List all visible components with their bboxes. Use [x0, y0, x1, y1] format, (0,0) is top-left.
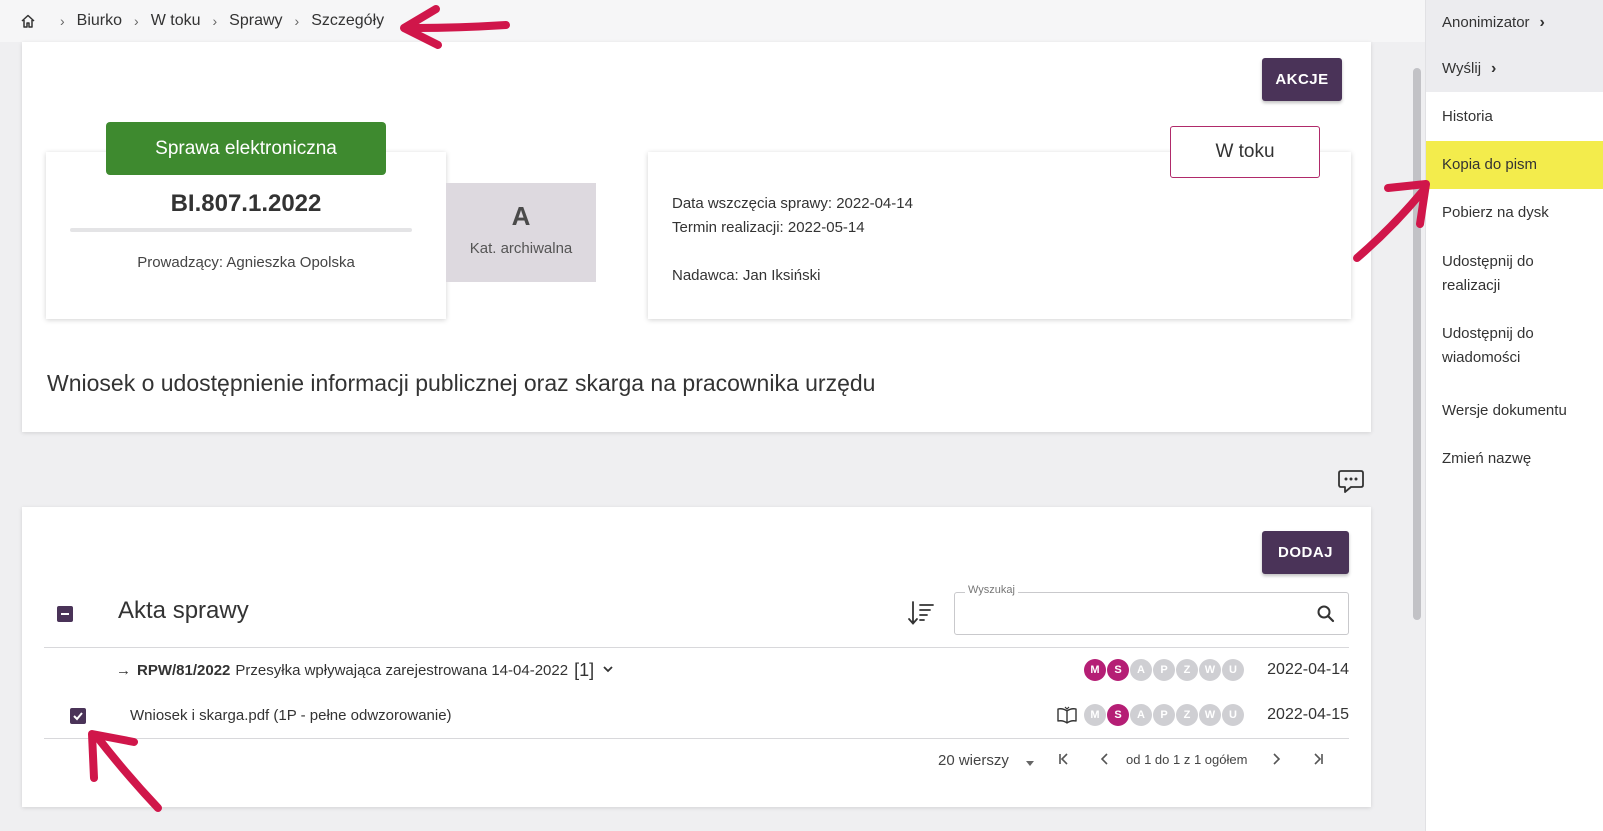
collapse-icon[interactable] [57, 606, 73, 622]
menu-item-send[interactable]: Wyślij › [1426, 46, 1603, 92]
divider [44, 647, 1349, 648]
menu-item-label: Anonimizator [1442, 14, 1530, 31]
file-checkbox[interactable] [70, 708, 86, 724]
badge-u: U [1222, 659, 1244, 681]
menu-item-share-for-info[interactable]: Udostępnij do wiadomości [1426, 318, 1603, 374]
rows-per-page-select[interactable]: 20 wierszy [938, 752, 1009, 769]
badge-a: A [1130, 659, 1152, 681]
row-date: 2022-04-14 [1267, 661, 1349, 678]
menu-item-label: Wyślij [1442, 60, 1482, 77]
actions-side-menu: Anonimizator › Wyślij › Historia Kopia d… [1425, 0, 1603, 831]
menu-item-document-versions[interactable]: Wersje dokumentu [1426, 393, 1603, 429]
badge-s: S [1107, 659, 1129, 681]
case-start-date: Data wszczęcia sprawy: 2022-04-14 [672, 195, 913, 212]
arrow-right-icon: → [116, 661, 131, 679]
chevron-right-icon: › [212, 13, 218, 29]
row-date: 2022-04-15 [1267, 706, 1349, 723]
case-sender: Nadawca: Jan Iksiński [672, 267, 821, 284]
archive-category-label: Kat. archiwalna [469, 240, 573, 257]
chevron-right-icon: › [1491, 60, 1497, 77]
case-deadline: Termin realizacji: 2022-05-14 [672, 219, 865, 236]
home-icon[interactable] [20, 12, 38, 30]
sort-icon[interactable] [907, 599, 935, 627]
badge-m: M [1084, 704, 1106, 726]
badge-w: W [1199, 704, 1221, 726]
status-badges: M S A P Z W U [1084, 659, 1244, 681]
annotation-arrow-icon [400, 5, 510, 49]
search-icon[interactable] [1316, 604, 1336, 624]
menu-item-anonymizer[interactable]: Anonimizator › [1426, 0, 1603, 46]
archive-category-box: A Kat. archiwalna [446, 183, 596, 282]
menu-item-copy-to-letters[interactable]: Kopia do pism [1426, 141, 1603, 189]
menu-item-label: Udostępnij do [1442, 253, 1534, 270]
page-range: od 1 do 1 z 1 ogółem [1126, 752, 1248, 767]
badge-w: W [1199, 659, 1221, 681]
list-item[interactable]: → RPW/81/2022 Przesyłka wpływająca zarej… [44, 650, 1349, 690]
chevron-right-icon: › [294, 13, 300, 29]
menu-item-rename[interactable]: Zmień nazwę [1426, 441, 1603, 477]
scrollbar-thumb[interactable] [1413, 68, 1421, 620]
status-badges: M S A P Z W U [1084, 704, 1244, 726]
menu-item-label: wiadomości [1442, 349, 1521, 366]
annotation-arrow-icon [1353, 180, 1430, 262]
next-page-icon[interactable] [1269, 752, 1283, 770]
menu-item-history[interactable]: Historia [1426, 93, 1603, 141]
case-lead: Prowadzący: Agnieszka Opolska [137, 254, 355, 271]
section-title: Akta sprawy [118, 597, 249, 624]
menu-item-label: Udostępnij do [1442, 325, 1534, 342]
search-field[interactable]: Wyszukaj [954, 584, 1349, 635]
badge-z: Z [1176, 659, 1198, 681]
status-badge: W toku [1170, 126, 1320, 178]
case-title: Wniosek o udostępnienie informacji publi… [47, 370, 876, 396]
actions-button[interactable]: AKCJE [1262, 58, 1342, 101]
chevron-right-icon: › [1539, 14, 1545, 31]
first-page-icon[interactable] [1057, 752, 1071, 770]
annotation-arrow-icon [88, 730, 162, 812]
badge-s: S [1107, 704, 1129, 726]
archive-category: A [511, 201, 531, 231]
case-number: BI.807.1.2022 [170, 190, 322, 217]
book-icon[interactable] [1056, 705, 1078, 730]
chevron-down-icon[interactable] [602, 662, 614, 679]
badge-m: M [1084, 659, 1106, 681]
chevron-right-icon: › [60, 13, 65, 29]
breadcrumb: › Biurko › W toku › Sprawy › Szczegóły [0, 0, 1425, 42]
app-root: › Biurko › W toku › Sprawy › Szczegóły A… [0, 0, 1603, 831]
comment-icon[interactable] [1337, 467, 1365, 495]
badge-a: A [1130, 704, 1152, 726]
breadcrumb-item-details: Szczegóły [311, 12, 385, 29]
breadcrumb-item-desk[interactable]: Biurko [77, 12, 122, 30]
caret-down-icon[interactable] [1025, 755, 1035, 772]
pagination: 20 wierszy od 1 do 1 z 1 ogółem [22, 747, 1371, 775]
divider [44, 738, 1349, 739]
list-item[interactable]: Wniosek i skarga.pdf (1P - pełne odwzoro… [44, 695, 1349, 735]
main-content: AKCJE Sprawa elektroniczna BI.807.1.2022… [0, 42, 1412, 831]
add-button[interactable]: DODAJ [1262, 531, 1349, 574]
badge-z: Z [1176, 704, 1198, 726]
search-label: Wyszukaj [965, 584, 1018, 596]
menu-item-download[interactable]: Pobierz na dysk [1426, 189, 1603, 237]
search-input[interactable] [965, 601, 1295, 627]
case-number-box [46, 152, 446, 319]
case-type-badge: Sprawa elektroniczna [106, 122, 386, 175]
shipment-code[interactable]: RPW/81/2022 [137, 662, 230, 679]
badge-u: U [1222, 704, 1244, 726]
divider [70, 228, 412, 232]
menu-item-label: realizacji [1442, 277, 1501, 294]
menu-item-share-for-realization[interactable]: Udostępnij do realizacji [1426, 246, 1603, 302]
badge-p: P [1153, 704, 1175, 726]
badge-p: P [1153, 659, 1175, 681]
attachment-count: [1] [574, 659, 595, 680]
last-page-icon[interactable] [1311, 752, 1325, 770]
case-files-card: DODAJ Akta sprawy Wyszukaj → RPW/81/2022… [22, 507, 1371, 807]
previous-page-icon[interactable] [1098, 752, 1112, 770]
breadcrumb-item-in-progress[interactable]: W toku [151, 12, 201, 30]
chevron-right-icon: › [134, 13, 139, 29]
file-name[interactable]: Wniosek i skarga.pdf (1P - pełne odwzoro… [130, 707, 452, 724]
breadcrumb-item-cases[interactable]: Sprawy [229, 12, 282, 30]
shipment-description: Przesyłka wpływająca zarejestrowana 14-0… [235, 661, 569, 679]
